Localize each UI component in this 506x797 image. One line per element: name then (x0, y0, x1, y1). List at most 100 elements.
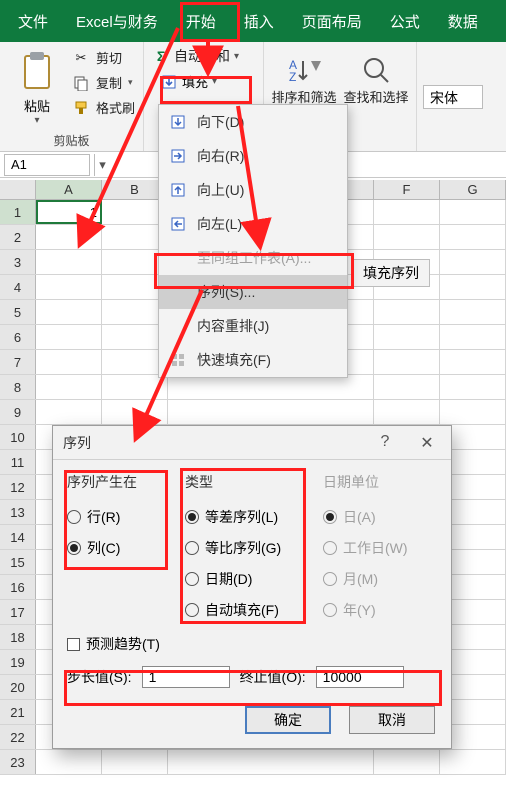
tab-data[interactable]: 数据 (434, 1, 492, 42)
ok-button[interactable]: 确定 (245, 706, 331, 734)
row-header-14[interactable]: 14 (0, 525, 36, 549)
fill-up-item[interactable]: 向上(U) (159, 173, 347, 207)
cell-B23[interactable] (102, 750, 168, 774)
find-select-button[interactable]: 查找和选择 (340, 42, 412, 116)
cell-B9[interactable] (102, 400, 168, 424)
row-header-9[interactable]: 9 (0, 400, 36, 424)
row-header-11[interactable]: 11 (0, 450, 36, 474)
row-header-20[interactable]: 20 (0, 675, 36, 699)
dialog-help-button[interactable]: ? (371, 433, 399, 453)
cell-A5[interactable] (36, 300, 102, 324)
cell-A3[interactable] (36, 250, 102, 274)
fill-right-item[interactable]: 向右(R) (159, 139, 347, 173)
row-header-18[interactable]: 18 (0, 625, 36, 649)
dialog-close-button[interactable]: ✕ (413, 433, 441, 453)
fill-left-item[interactable]: 向左(L) (159, 207, 347, 241)
radio-date[interactable]: 日期(D) (185, 569, 309, 589)
cut-button[interactable]: ✂ 剪切 (72, 48, 135, 67)
row-header-16[interactable]: 16 (0, 575, 36, 599)
cell-G1[interactable] (440, 200, 506, 224)
cell-F7[interactable] (374, 350, 440, 374)
radio-col[interactable]: 列(C) (67, 538, 171, 558)
cell-F2[interactable] (374, 225, 440, 249)
tab-file[interactable]: 文件 (4, 1, 62, 42)
cell-F1[interactable] (374, 200, 440, 224)
row-header-6[interactable]: 6 (0, 325, 36, 349)
cell-F23[interactable] (374, 750, 440, 774)
cell-A6[interactable] (36, 325, 102, 349)
fill-down-item[interactable]: 向下(D) (159, 105, 347, 139)
fill-flash-item[interactable]: 快速填充(F) (159, 343, 347, 377)
radio-row[interactable]: 行(R) (67, 507, 171, 527)
cell-G7[interactable] (440, 350, 506, 374)
col-header-A[interactable]: A (36, 180, 102, 199)
row-header-8[interactable]: 8 (0, 375, 36, 399)
tab-insert[interactable]: 插入 (230, 1, 288, 42)
cell-A2[interactable] (36, 225, 102, 249)
row-header-10[interactable]: 10 (0, 425, 36, 449)
row-header-21[interactable]: 21 (0, 700, 36, 724)
row-header-4[interactable]: 4 (0, 275, 36, 299)
cell-A23[interactable] (36, 750, 102, 774)
row-header-3[interactable]: 3 (0, 250, 36, 274)
cell-F6[interactable] (374, 325, 440, 349)
tab-page-layout[interactable]: 页面布局 (288, 1, 376, 42)
cell-F9[interactable] (374, 400, 440, 424)
font-family-select[interactable]: 宋体 (423, 85, 483, 109)
cell-G9[interactable] (440, 400, 506, 424)
tab-formula[interactable]: 公式 (376, 1, 434, 42)
cell-F8[interactable] (374, 375, 440, 399)
autosum-button[interactable]: Σ 自动求和 ▾ (152, 46, 255, 66)
col-header-G[interactable]: G (440, 180, 506, 199)
step-input[interactable] (142, 666, 230, 688)
row-header-23[interactable]: 23 (0, 750, 36, 774)
row-header-7[interactable]: 7 (0, 350, 36, 374)
cell-A7[interactable] (36, 350, 102, 374)
cell-G5[interactable] (440, 300, 506, 324)
row-header-2[interactable]: 2 (0, 225, 36, 249)
cell-G8[interactable] (440, 375, 506, 399)
cell-G3[interactable] (440, 250, 506, 274)
cell-A1[interactable]: 1 (36, 200, 102, 224)
paste-button[interactable]: 粘贴 ▾ (8, 46, 66, 126)
cell-G23[interactable] (440, 750, 506, 774)
fill-justify-item[interactable]: 内容重排(J) (159, 309, 347, 343)
copy-button[interactable]: 复制 ▾ (72, 73, 135, 92)
chevron-down-icon: ▾ (34, 115, 39, 126)
arrow-up-icon (169, 181, 187, 199)
row-header-1[interactable]: 1 (0, 200, 36, 224)
tab-excel-finance[interactable]: Excel与财务 (62, 1, 172, 42)
row-header-5[interactable]: 5 (0, 300, 36, 324)
cell-G4[interactable] (440, 275, 506, 299)
row-header-12[interactable]: 12 (0, 475, 36, 499)
radio-linear[interactable]: 等差序列(L) (185, 507, 309, 527)
fill-series-item[interactable]: 序列(S)... (159, 275, 347, 309)
cut-label: 剪切 (96, 48, 122, 67)
name-box-dropdown[interactable]: ▾ (94, 154, 110, 176)
tab-start[interactable]: 开始 (172, 1, 230, 42)
cell-A4[interactable] (36, 275, 102, 299)
cell-F5[interactable] (374, 300, 440, 324)
name-box[interactable]: A1 (4, 154, 90, 176)
row-header-19[interactable]: 19 (0, 650, 36, 674)
radio-growth[interactable]: 等比序列(G) (185, 538, 309, 558)
format-painter-label: 格式刷 (96, 98, 135, 117)
cancel-button[interactable]: 取消 (349, 706, 435, 734)
cell-G6[interactable] (440, 325, 506, 349)
stop-input[interactable] (316, 666, 404, 688)
cell-A8[interactable] (36, 375, 102, 399)
radio-autofill[interactable]: 自动填充(F) (185, 600, 309, 620)
col-header-F[interactable]: F (374, 180, 440, 199)
trend-checkbox[interactable]: 预测趋势(T) (67, 634, 437, 654)
cell-G2[interactable] (440, 225, 506, 249)
fill-button[interactable]: 填充 ▾ (152, 70, 255, 93)
row-header-15[interactable]: 15 (0, 550, 36, 574)
select-all-corner[interactable] (0, 180, 36, 199)
format-painter-button[interactable]: 格式刷 (72, 98, 135, 117)
cell-B8[interactable] (102, 375, 168, 399)
row-header-13[interactable]: 13 (0, 500, 36, 524)
row-header-22[interactable]: 22 (0, 725, 36, 749)
row-header-17[interactable]: 17 (0, 600, 36, 624)
cell-A9[interactable] (36, 400, 102, 424)
checkbox-icon (67, 638, 80, 651)
